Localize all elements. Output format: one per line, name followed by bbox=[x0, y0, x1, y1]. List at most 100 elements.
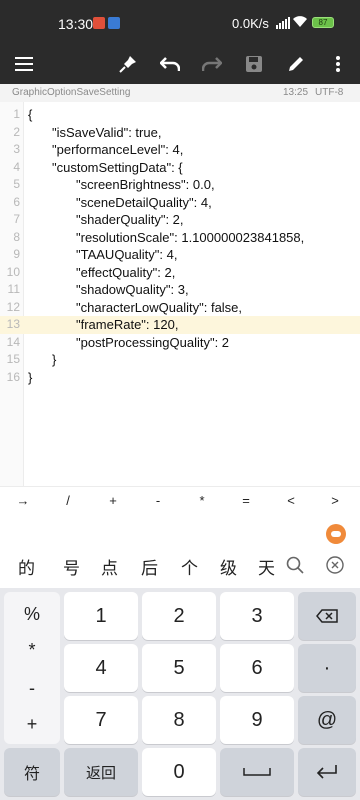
code-text: "TAAUQuality": 4, bbox=[76, 247, 178, 262]
asterisk-key[interactable]: * bbox=[4, 640, 60, 661]
code-line[interactable]: 8 "resolutionScale": 1.100000023841858, bbox=[0, 229, 360, 247]
line-number: 15 bbox=[6, 352, 20, 366]
line-number: 6 bbox=[13, 194, 20, 209]
line-number: 12 bbox=[6, 299, 20, 314]
code-line[interactable]: 3 "performanceLevel": 4, bbox=[0, 141, 360, 159]
line-number: 10 bbox=[6, 264, 20, 279]
symbol-key[interactable]: > bbox=[320, 493, 350, 508]
code-line[interactable]: 16} bbox=[0, 369, 360, 387]
symbol-key[interactable]: → bbox=[8, 493, 38, 508]
file-encoding[interactable]: UTF-8 bbox=[315, 87, 343, 98]
pin-icon[interactable] bbox=[112, 48, 144, 80]
code-text: "frameRate": 120, bbox=[76, 317, 179, 332]
candidate-word[interactable]: 点 bbox=[101, 554, 118, 579]
code-text: "postProcessingQuality": 2 bbox=[76, 334, 230, 350]
symbol-key[interactable]: * bbox=[187, 493, 217, 508]
save-icon[interactable] bbox=[238, 48, 270, 80]
candidate-word[interactable]: 天 bbox=[258, 554, 275, 579]
status-time: 13:30 bbox=[58, 16, 94, 32]
ime-mascot-icon[interactable] bbox=[326, 524, 346, 544]
notification-app-icon-2 bbox=[108, 17, 120, 29]
search-icon[interactable] bbox=[286, 556, 304, 578]
code-line[interactable]: 14 "postProcessingQuality": 2 bbox=[0, 334, 360, 352]
candidate-word[interactable]: 级 bbox=[220, 554, 237, 579]
enter-icon bbox=[316, 765, 337, 779]
digit-key-6[interactable]: 6 bbox=[220, 644, 294, 692]
code-text: "performanceLevel": 4, bbox=[52, 142, 184, 157]
code-line[interactable]: 5 "screenBrightness": 0.0, bbox=[0, 176, 360, 194]
line-number: 7 bbox=[13, 212, 20, 226]
plus-key[interactable]: + bbox=[4, 714, 60, 735]
dot-key[interactable]: · bbox=[298, 644, 356, 692]
code-line[interactable]: 10 "effectQuality": 2, bbox=[0, 264, 360, 282]
space-key[interactable] bbox=[220, 748, 294, 796]
code-line[interactable]: 4 "customSettingData": { bbox=[0, 159, 360, 177]
numeric-keyboard: % * - + 1 2 3 4 5 6 · 7 8 9 @ 符 返回 0 bbox=[0, 588, 360, 800]
code-editor[interactable]: 1{2 "isSaveValid": true, 3 "performanceLeve… bbox=[0, 102, 360, 486]
backspace-key[interactable] bbox=[298, 592, 356, 640]
menu-icon[interactable] bbox=[8, 48, 40, 80]
backspace-icon bbox=[316, 609, 338, 623]
back-key[interactable]: 返回 bbox=[64, 748, 138, 796]
symbol-column[interactable]: % * - + bbox=[4, 592, 60, 744]
digit-key-5[interactable]: 5 bbox=[142, 644, 216, 692]
digit-key-8[interactable]: 8 bbox=[142, 696, 216, 744]
undo-icon[interactable] bbox=[154, 48, 186, 80]
at-key[interactable]: @ bbox=[298, 696, 356, 744]
line-number: 11 bbox=[7, 282, 20, 296]
candidate-word[interactable]: 的 bbox=[18, 554, 35, 579]
code-text: "customSettingData": { bbox=[52, 159, 183, 175]
digit-key-3[interactable]: 3 bbox=[220, 592, 294, 640]
file-time: 13:25 bbox=[283, 87, 309, 98]
file-name: GraphicOptionSaveSetting bbox=[12, 87, 131, 98]
candidate-word[interactable]: 后 bbox=[141, 554, 158, 579]
code-text: "sceneDetailQuality": 4, bbox=[76, 194, 212, 210]
symbol-key[interactable]: = bbox=[231, 493, 261, 508]
line-number: 4 bbox=[13, 159, 20, 174]
edit-icon[interactable] bbox=[280, 48, 312, 80]
digit-key-2[interactable]: 2 bbox=[142, 592, 216, 640]
code-text: "characterLowQuality": false, bbox=[76, 299, 243, 315]
more-icon[interactable] bbox=[322, 48, 354, 80]
code-line[interactable]: 11 "shadowQuality": 3, bbox=[0, 281, 360, 299]
line-number: 16 bbox=[6, 369, 20, 384]
close-icon[interactable] bbox=[326, 556, 344, 578]
digit-key-9[interactable]: 9 bbox=[220, 696, 294, 744]
symbol-quick-row: → / + - * = < > bbox=[0, 486, 360, 516]
code-text: "shaderQuality": 2, bbox=[76, 212, 184, 227]
symbol-key[interactable]: / bbox=[53, 493, 83, 508]
code-line[interactable]: 2 "isSaveValid": true, bbox=[0, 124, 360, 142]
code-line[interactable]: 13 "frameRate": 120, bbox=[0, 316, 360, 334]
enter-key[interactable] bbox=[298, 748, 356, 796]
code-line[interactable]: 12 "characterLowQuality": false, bbox=[0, 299, 360, 317]
symbol-key[interactable]: + bbox=[98, 493, 128, 508]
code-line[interactable]: 1{ bbox=[0, 106, 360, 124]
file-info-bar: GraphicOptionSaveSetting 13:25 UTF-8 bbox=[0, 84, 360, 102]
line-number: 1 bbox=[13, 107, 20, 121]
network-speed: 0.0K/s bbox=[232, 16, 269, 31]
digit-key-1[interactable]: 1 bbox=[64, 592, 138, 640]
code-text: "screenBrightness": 0.0, bbox=[76, 177, 215, 192]
symbol-switch-key[interactable]: 符 bbox=[4, 748, 60, 796]
digit-key-4[interactable]: 4 bbox=[64, 644, 138, 692]
redo-icon[interactable] bbox=[196, 48, 228, 80]
symbol-key[interactable]: < bbox=[276, 493, 306, 508]
candidate-word[interactable]: 号 bbox=[63, 554, 80, 579]
wifi-icon bbox=[292, 15, 308, 32]
digit-key-7[interactable]: 7 bbox=[64, 696, 138, 744]
percent-key[interactable]: % bbox=[4, 604, 60, 625]
code-line[interactable]: 9 "TAAUQuality": 4, bbox=[0, 246, 360, 264]
line-number: 14 bbox=[6, 334, 20, 349]
notification-app-icon bbox=[93, 17, 105, 29]
symbol-key[interactable]: - bbox=[143, 493, 173, 508]
line-number: 13 bbox=[6, 317, 20, 331]
code-line[interactable]: 6 "sceneDetailQuality": 4, bbox=[0, 194, 360, 212]
code-text: "isSaveValid": true, bbox=[52, 124, 162, 140]
code-line[interactable]: 15} bbox=[0, 351, 360, 369]
code-text: { bbox=[28, 107, 33, 122]
line-number: 8 bbox=[13, 229, 20, 244]
minus-key[interactable]: - bbox=[4, 678, 60, 699]
candidate-word[interactable]: 个 bbox=[181, 554, 198, 579]
code-line[interactable]: 7 "shaderQuality": 2, bbox=[0, 211, 360, 229]
digit-key-0[interactable]: 0 bbox=[142, 748, 216, 796]
